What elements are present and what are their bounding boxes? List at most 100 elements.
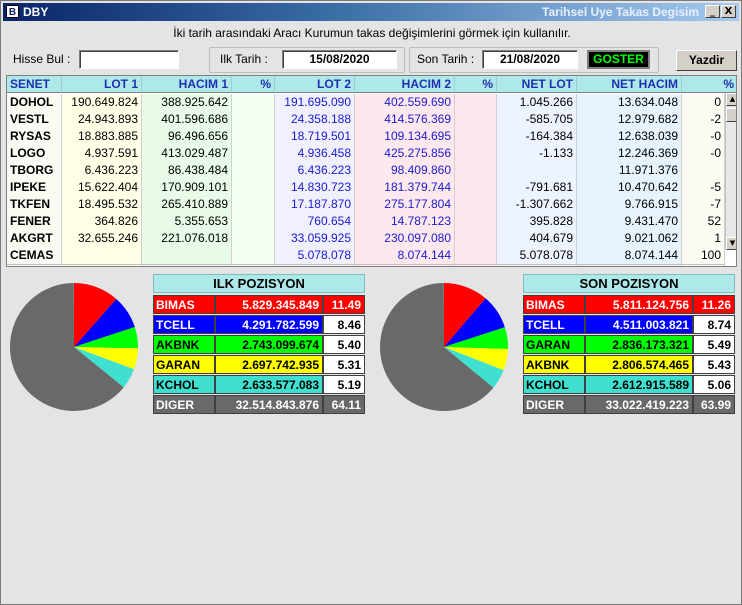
table-cell[interactable] (142, 247, 232, 264)
table-cell[interactable]: 96.496.656 (142, 128, 232, 145)
table-cell[interactable]: 364.826 (62, 213, 142, 230)
pozisyon-row[interactable]: GARAN 2.836.173.321 5.49 (523, 335, 735, 354)
pozisyon-row[interactable]: BIMAS 5.811.124.756 11.26 (523, 295, 735, 314)
table-cell[interactable]: 395.828 (497, 213, 577, 230)
table-cell[interactable]: 12.638.039 (577, 128, 682, 145)
pozisyon-row[interactable]: AKBNK 2.743.099.674 5.40 (153, 335, 365, 354)
header-net-lot[interactable]: NET LOT (497, 76, 577, 93)
yazdir-button[interactable]: Yazdir (676, 50, 737, 71)
app-icon[interactable]: B (6, 5, 19, 18)
table-cell[interactable]: 425.275.856 (355, 145, 455, 162)
table-cell[interactable] (232, 213, 275, 230)
table-cell[interactable]: 5.078.078 (497, 247, 577, 264)
table-cell[interactable] (455, 145, 497, 162)
pozisyon-row[interactable]: DIGER 33.022.419.223 63.99 (523, 395, 735, 414)
table-cell[interactable]: 18.495.532 (62, 196, 142, 213)
table-cell[interactable]: 24.943.893 (62, 111, 142, 128)
table-cell[interactable]: 1.045.266 (497, 94, 577, 111)
table-cell[interactable] (232, 196, 275, 213)
table-cell[interactable]: -1.133 (497, 145, 577, 162)
minimize-button[interactable]: _ (705, 5, 720, 18)
table-cell[interactable]: -164.384 (497, 128, 577, 145)
table-cell[interactable]: -5 (682, 179, 725, 196)
table-cell[interactable]: 86.438.484 (142, 162, 232, 179)
pozisyon-row[interactable]: KCHOL 2.633.577.083 5.19 (153, 375, 365, 394)
table-cell[interactable] (455, 94, 497, 111)
table-cell[interactable]: 9.431.470 (577, 213, 682, 230)
table-cell[interactable] (232, 94, 275, 111)
row-symbol[interactable]: IPEKE (7, 179, 62, 196)
table-cell[interactable]: 100 (682, 247, 725, 264)
table-cell[interactable]: -791.681 (497, 179, 577, 196)
close-button[interactable]: X (721, 5, 736, 18)
header-lot1[interactable]: LOT 1 (62, 76, 142, 93)
table-cell[interactable]: 18.719.501 (275, 128, 355, 145)
table-cell[interactable]: 275.177.804 (355, 196, 455, 213)
table-cell[interactable] (455, 111, 497, 128)
table-cell[interactable]: 32.655.246 (62, 230, 142, 247)
table-cell[interactable]: 12.979.682 (577, 111, 682, 128)
pozisyon-row[interactable]: KCHOL 2.612.915.589 5.06 (523, 375, 735, 394)
table-cell[interactable]: -0 (682, 145, 725, 162)
table-cell[interactable]: 15.622.404 (62, 179, 142, 196)
table-cell[interactable]: 221.076.018 (142, 230, 232, 247)
table-cell[interactable]: 402.559.690 (355, 94, 455, 111)
takas-grid[interactable]: ▲ ▼ SENET LOT 1 HACIM 1% LOT 2 HACIM 2% NET L… (6, 75, 737, 267)
table-cell[interactable]: -2 (682, 111, 725, 128)
table-cell[interactable] (455, 230, 497, 247)
table-cell[interactable]: 10.470.642 (577, 179, 682, 196)
pozisyon-row[interactable]: GARAN 2.697.742.935 5.31 (153, 355, 365, 374)
table-cell[interactable]: -1.307.662 (497, 196, 577, 213)
row-symbol[interactable]: AKGRT (7, 230, 62, 247)
son-tarih-input[interactable]: 21/08/2020 (482, 50, 578, 69)
table-cell[interactable] (232, 162, 275, 179)
table-cell[interactable]: 11.971.376 (577, 162, 682, 179)
table-cell[interactable]: 6.436.223 (62, 162, 142, 179)
table-cell[interactable]: 265.410.889 (142, 196, 232, 213)
table-cell[interactable]: 14.830.723 (275, 179, 355, 196)
pozisyon-row[interactable]: DIGER 32.514.843.876 64.11 (153, 395, 365, 414)
pozisyon-row[interactable]: BIMAS 5.829.345.849 11.49 (153, 295, 365, 314)
table-cell[interactable]: -585.705 (497, 111, 577, 128)
table-cell[interactable]: 190.649.824 (62, 94, 142, 111)
header-net-hacim[interactable]: NET HACIM (577, 76, 682, 93)
table-cell[interactable]: 413.029.487 (142, 145, 232, 162)
title-bar[interactable]: B DBY Tarihsel Uye Takas Degisim _ X (3, 3, 739, 21)
table-cell[interactable] (455, 196, 497, 213)
table-cell[interactable] (232, 145, 275, 162)
table-cell[interactable] (232, 128, 275, 145)
row-symbol[interactable]: CEMAS (7, 247, 62, 264)
goster-button[interactable]: GOSTER (587, 50, 650, 69)
row-symbol[interactable]: VESTL (7, 111, 62, 128)
table-cell[interactable]: 170.909.101 (142, 179, 232, 196)
table-cell[interactable] (455, 213, 497, 230)
scroll-thumb[interactable] (726, 108, 736, 122)
table-cell[interactable] (232, 179, 275, 196)
table-cell[interactable] (62, 247, 142, 264)
table-cell[interactable]: -0 (682, 128, 725, 145)
table-cell[interactable]: 230.097.080 (355, 230, 455, 247)
row-symbol[interactable]: TKFEN (7, 196, 62, 213)
header-hacim2[interactable]: HACIM 2 (355, 76, 455, 93)
table-cell[interactable]: 14.787.123 (355, 213, 455, 230)
table-cell[interactable]: 388.925.642 (142, 94, 232, 111)
pozisyon-row[interactable]: TCELL 4.511.003.821 8.74 (523, 315, 735, 334)
pozisyon-row[interactable]: AKBNK 2.806.574.465 5.43 (523, 355, 735, 374)
table-cell[interactable] (682, 162, 725, 179)
table-cell[interactable]: 52 (682, 213, 725, 230)
table-cell[interactable]: 13.634.048 (577, 94, 682, 111)
header-pct1[interactable]: % (232, 76, 275, 93)
table-cell[interactable] (455, 179, 497, 196)
table-cell[interactable]: 9.021.062 (577, 230, 682, 247)
table-cell[interactable]: -7 (682, 196, 725, 213)
table-cell[interactable] (232, 111, 275, 128)
table-cell[interactable]: 6.436.223 (275, 162, 355, 179)
table-cell[interactable]: 181.379.744 (355, 179, 455, 196)
header-senet[interactable]: SENET (7, 76, 62, 93)
table-cell[interactable]: 9.766.915 (577, 196, 682, 213)
header-hacim1[interactable]: HACIM 1 (142, 76, 232, 93)
row-symbol[interactable]: LOGO (7, 145, 62, 162)
table-cell[interactable]: 17.187.870 (275, 196, 355, 213)
table-cell[interactable]: 401.596.686 (142, 111, 232, 128)
table-cell[interactable]: 24.358.188 (275, 111, 355, 128)
